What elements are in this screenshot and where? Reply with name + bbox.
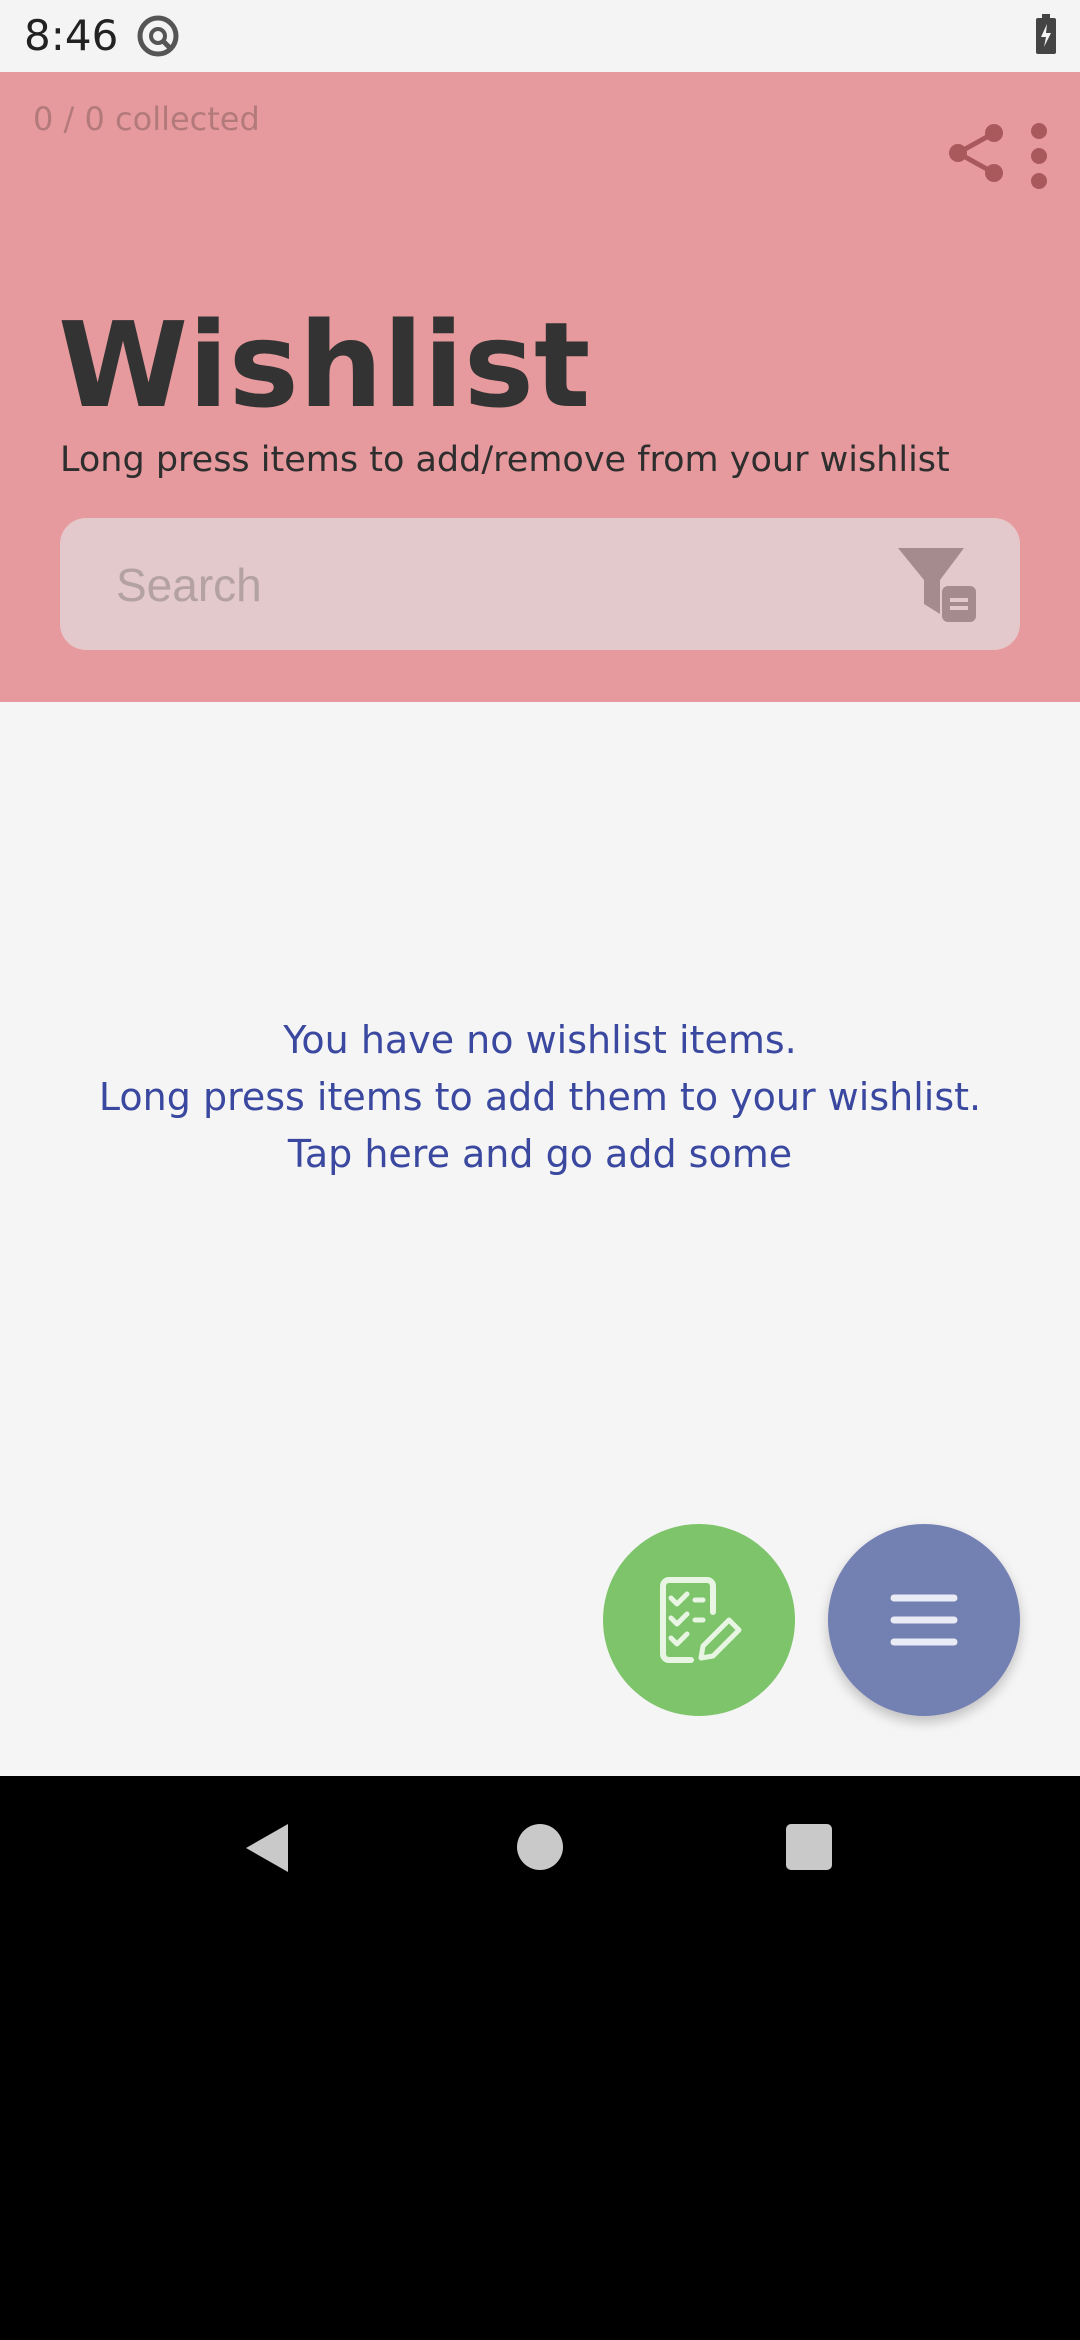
status-bar: 8:46 [0, 0, 1080, 72]
checklist-edit-icon [660, 1577, 742, 1663]
more-vert-icon[interactable] [1018, 122, 1060, 190]
status-time: 8:46 [24, 11, 119, 60]
page-subtitle: Long press items to add/remove from your… [60, 440, 950, 480]
search-input[interactable] [114, 546, 898, 624]
notification-app-icon [137, 15, 179, 57]
battery-charging-icon [1036, 14, 1056, 54]
filter-icon[interactable] [896, 544, 980, 628]
menu-icon [890, 1594, 958, 1646]
recents-icon[interactable] [786, 1824, 832, 1870]
content-area: You have no wishlist items. Long press i… [0, 702, 1080, 1776]
screen: 8:46 0 / 0 collected Wishlist Long press [0, 0, 1080, 2340]
header: 0 / 0 collected Wishlist Long press item… [0, 72, 1080, 702]
empty-line-1: You have no wishlist items. [283, 1018, 797, 1062]
checklist-fab[interactable] [603, 1524, 795, 1716]
system-nav-bar [0, 1776, 1080, 1920]
home-icon[interactable] [517, 1824, 563, 1870]
search-bar[interactable] [60, 518, 1020, 650]
empty-state-message[interactable]: You have no wishlist items. Long press i… [0, 1012, 1080, 1183]
empty-line-3: Tap here and go add some [287, 1132, 793, 1176]
menu-fab[interactable] [828, 1524, 1020, 1716]
collected-count: 0 / 0 collected [33, 100, 260, 138]
back-icon[interactable] [240, 1820, 296, 1876]
page-title: Wishlist [58, 296, 591, 434]
empty-line-2: Long press items to add them to your wis… [98, 1075, 982, 1119]
share-icon[interactable] [946, 122, 1008, 184]
